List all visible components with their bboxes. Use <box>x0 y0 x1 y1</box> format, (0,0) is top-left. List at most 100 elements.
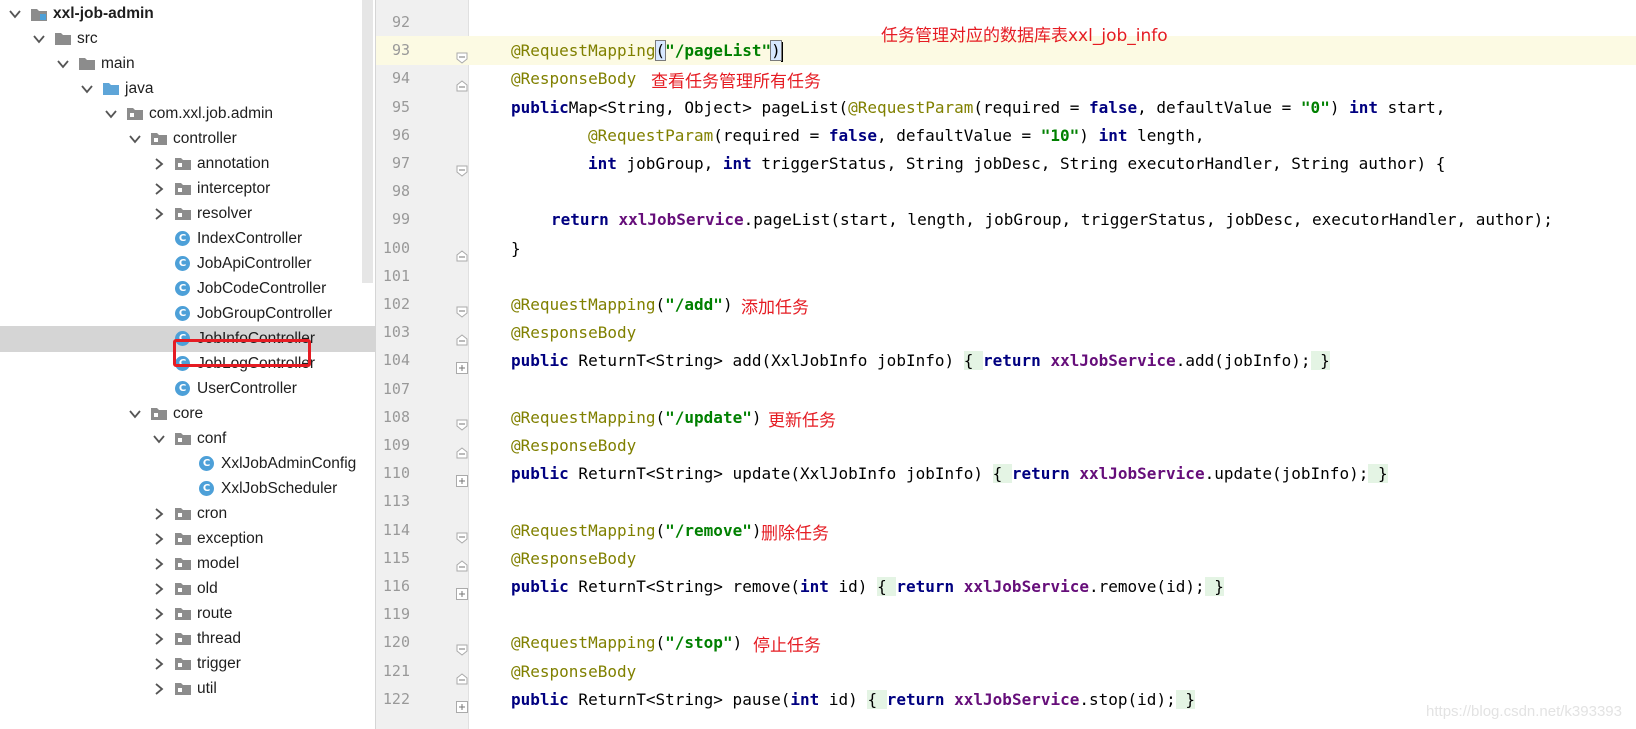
code-text[interactable]: @RequestParam(required = false, defaultV… <box>588 121 1205 150</box>
tree-item-controller[interactable]: controller <box>0 126 375 152</box>
folded-region[interactable]: } <box>1204 577 1224 596</box>
code-text[interactable]: public ReturnT<String> add(XxlJobInfo jo… <box>511 346 1330 375</box>
code-line[interactable]: 121 @ResponseBody <box>376 657 1636 686</box>
code-text[interactable]: publicMap<String, Object> pageList(@Requ… <box>511 93 1445 122</box>
chevron-right-icon[interactable] <box>152 576 166 602</box>
code-text[interactable]: @RequestMapping("/remove") <box>511 516 761 545</box>
chevron-right-icon[interactable] <box>152 176 166 202</box>
fold-collapse-icon[interactable] <box>456 44 468 64</box>
code-line[interactable]: 107 <box>376 375 1636 404</box>
tree-item-model[interactable]: model <box>0 551 375 577</box>
code-text[interactable]: @RequestMapping("/pageList") <box>511 36 783 65</box>
code-line[interactable]: 115 @ResponseBody <box>376 544 1636 573</box>
code-text[interactable]: @RequestMapping("/stop") <box>511 628 742 657</box>
fold-expand-icon[interactable] <box>456 467 468 488</box>
fold-collapse-icon[interactable] <box>456 439 468 459</box>
tree-item-com-xxl-job-admin[interactable]: com.xxl.job.admin <box>0 101 375 127</box>
code-line[interactable]: 101 <box>376 262 1636 291</box>
fold-expand-icon[interactable] <box>456 580 468 600</box>
tree-item-xxljobscheduler[interactable]: C XxlJobScheduler <box>0 476 375 502</box>
fold-collapse-icon[interactable] <box>456 157 468 177</box>
chevron-right-icon[interactable] <box>152 551 166 577</box>
chevron-right-icon[interactable] <box>152 651 166 677</box>
code-line[interactable]: 119 <box>376 600 1636 629</box>
folded-region[interactable]: { <box>992 464 1012 484</box>
fold-expand-icon[interactable] <box>456 354 468 375</box>
fold-collapse-icon[interactable] <box>456 411 468 431</box>
chevron-right-icon[interactable] <box>152 626 166 652</box>
tree-scrollbar[interactable] <box>362 0 373 283</box>
tree-item-core[interactable]: core <box>0 401 375 427</box>
code-line[interactable]: 109 @ResponseBody <box>376 431 1636 460</box>
tree-item-cron[interactable]: cron <box>0 501 375 527</box>
code-line[interactable]: 110 public ReturnT<String> update(XxlJobI… <box>376 459 1636 488</box>
chevron-right-icon[interactable] <box>152 601 166 627</box>
code-line[interactable]: 95 publicMap<String, Object> pageList(@Re… <box>376 93 1636 122</box>
code-line[interactable]: 114 @RequestMapping("/remove") <box>376 516 1636 545</box>
fold-collapse-icon[interactable] <box>456 665 468 685</box>
tree-item-trigger[interactable]: trigger <box>0 651 375 677</box>
fold-collapse-icon[interactable] <box>456 552 468 572</box>
folded-region[interactable]: } <box>1368 464 1388 484</box>
fold-expand-icon[interactable] <box>456 693 468 713</box>
chevron-down-icon[interactable] <box>56 51 70 77</box>
code-line[interactable]: 113 <box>376 487 1636 516</box>
fold-collapse-icon[interactable] <box>456 524 468 544</box>
code-line[interactable]: 108 @RequestMapping("/update") <box>376 403 1636 432</box>
code-line[interactable]: 96 @RequestParam(required = false, defaul… <box>376 121 1636 150</box>
code-text[interactable]: @RequestMapping("/update") <box>511 403 761 432</box>
code-text[interactable]: @ResponseBody <box>511 64 636 93</box>
code-editor[interactable]: 92 93 @RequestMapping("/pageList") 94 @Respo… <box>376 0 1636 729</box>
tree-item-jobcodecontroller[interactable]: C JobCodeController <box>0 276 375 302</box>
tree-item-src[interactable]: src <box>0 26 375 52</box>
code-line[interactable]: 103 @ResponseBody <box>376 318 1636 347</box>
tree-item-conf[interactable]: conf <box>0 426 375 452</box>
tree-item-usercontroller[interactable]: C UserController <box>0 376 375 402</box>
chevron-right-icon[interactable] <box>152 676 166 702</box>
code-line[interactable]: 104 public ReturnT<String> add(XxlJobInfo… <box>376 346 1636 375</box>
folded-region[interactable]: { <box>877 577 897 596</box>
chevron-down-icon[interactable] <box>104 101 118 127</box>
folded-region[interactable]: } <box>1310 351 1330 371</box>
tree-item-xxl-job-admin[interactable]: xxl-job-admin <box>0 1 375 27</box>
tree-item-old[interactable]: old <box>0 576 375 602</box>
tree-item-util[interactable]: util <box>0 676 375 702</box>
chevron-down-icon[interactable] <box>128 401 142 427</box>
chevron-right-icon[interactable] <box>152 526 166 552</box>
tree-item-thread[interactable]: thread <box>0 626 375 652</box>
chevron-right-icon[interactable] <box>152 501 166 527</box>
chevron-down-icon[interactable] <box>152 426 166 452</box>
chevron-down-icon[interactable] <box>32 26 46 52</box>
code-text[interactable]: @ResponseBody <box>511 431 636 460</box>
tree-item-exception[interactable]: exception <box>0 526 375 552</box>
code-text[interactable]: @ResponseBody <box>511 544 636 573</box>
code-line[interactable]: 120 @RequestMapping("/stop") <box>376 628 1636 657</box>
code-text[interactable]: } <box>511 234 521 263</box>
chevron-down-icon[interactable] <box>80 76 94 102</box>
tree-item-jobapicontroller[interactable]: C JobApiController <box>0 251 375 277</box>
tree-item-jobgroupcontroller[interactable]: C JobGroupController <box>0 301 375 327</box>
code-text[interactable]: public ReturnT<String> update(XxlJobInfo… <box>511 459 1388 488</box>
code-text[interactable]: @RequestMapping("/add") <box>511 290 733 319</box>
tree-item-resolver[interactable]: resolver <box>0 201 375 227</box>
tree-item-java[interactable]: java <box>0 76 375 102</box>
fold-collapse-icon[interactable] <box>456 636 468 657</box>
chevron-right-icon[interactable] <box>152 201 166 227</box>
fold-collapse-icon[interactable] <box>456 298 468 318</box>
code-line[interactable]: 116 public ReturnT<String> remove(int id)… <box>376 572 1636 601</box>
tree-item-indexcontroller[interactable]: C IndexController <box>0 226 375 252</box>
folded-region[interactable]: } <box>1175 689 1195 709</box>
code-line[interactable]: 99 return xxlJobService.pageList(start, l… <box>376 205 1636 234</box>
code-text[interactable]: return xxlJobService.pageList(start, len… <box>551 205 1553 234</box>
tree-item-interceptor[interactable]: interceptor <box>0 176 375 202</box>
fold-collapse-icon[interactable] <box>456 72 468 92</box>
tree-item-annotation[interactable]: annotation <box>0 151 375 177</box>
code-line[interactable]: 98 <box>376 177 1636 206</box>
fold-collapse-icon[interactable] <box>456 326 468 346</box>
chevron-down-icon[interactable] <box>8 1 22 27</box>
folded-region[interactable]: { <box>963 351 984 371</box>
chevron-down-icon[interactable] <box>128 126 142 152</box>
code-line[interactable]: 100} <box>376 234 1636 263</box>
code-text[interactable]: public ReturnT<String> pause(int id) { r… <box>511 685 1195 714</box>
code-line[interactable]: 94 @ResponseBody <box>376 64 1636 93</box>
